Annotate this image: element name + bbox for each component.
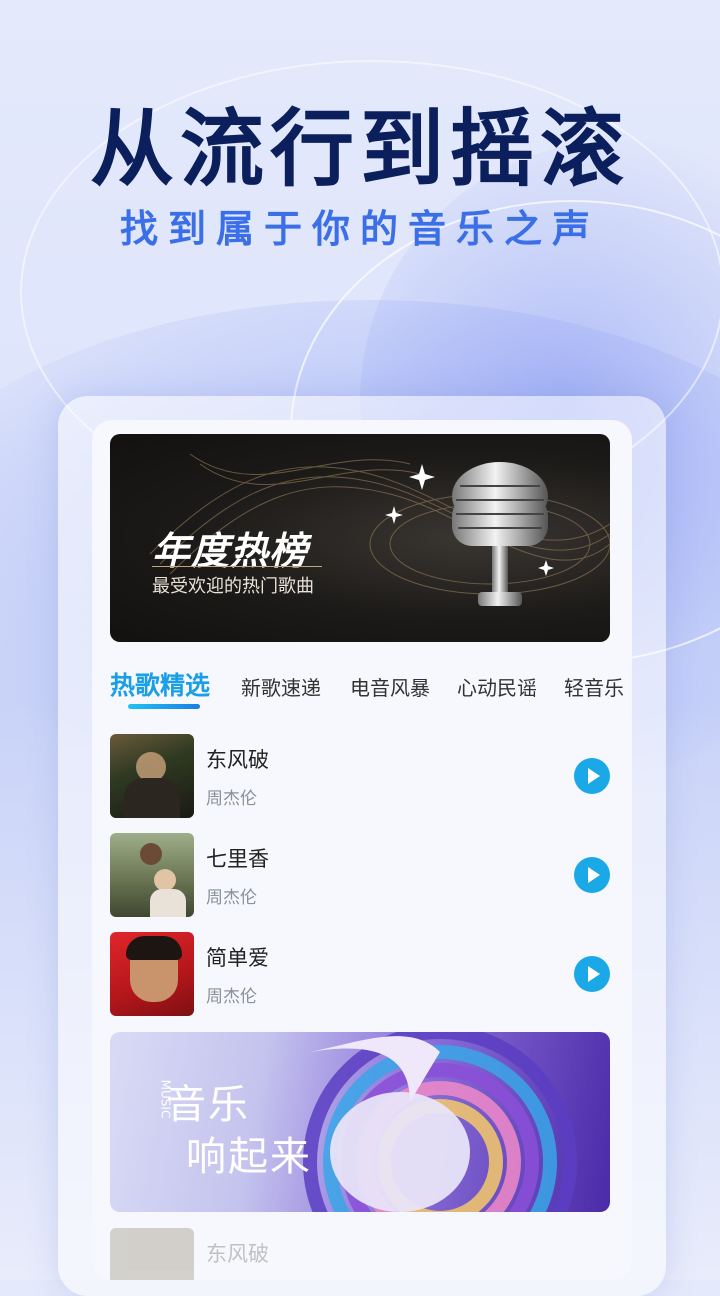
play-button[interactable] — [574, 956, 610, 992]
song-title: 简单爱 — [206, 946, 269, 970]
banner-subtitle: 最受欢迎的热门歌曲 — [152, 576, 314, 597]
song-artist: 周杰伦 — [206, 789, 257, 809]
top-banner[interactable]: 年度热榜 最受欢迎的热门歌曲 — [110, 434, 610, 642]
song-row[interactable]: 简单爱 周杰伦 — [110, 932, 610, 1016]
album-cover — [110, 833, 194, 917]
tab-new-songs[interactable]: 新歌速递 — [241, 672, 321, 701]
app-screen: 年度热榜 最受欢迎的热门歌曲 热歌精选 新歌速递 电音风暴 心动民谣 轻音乐 东… — [92, 420, 632, 1280]
play-button[interactable] — [574, 758, 610, 794]
song-artist: 周杰伦 — [206, 987, 257, 1007]
song-row[interactable]: 东风破 周杰伦 — [110, 734, 610, 818]
tab-light-music[interactable]: 轻音乐 — [564, 672, 624, 701]
song-title: 东风破 — [206, 1242, 269, 1266]
song-title: 东风破 — [206, 748, 269, 772]
album-cover — [110, 734, 194, 818]
hero-title: 从流行到摇滚 — [89, 100, 630, 198]
song-title: 七里香 — [206, 847, 269, 871]
microphone-icon — [452, 462, 548, 606]
active-tab-indicator — [128, 704, 200, 709]
song-row[interactable]: 七里香 周杰伦 — [110, 833, 610, 917]
tab-folk[interactable]: 心动民谣 — [457, 672, 537, 701]
song-row-preview: 东风破 — [110, 1228, 610, 1280]
banner-divider — [152, 566, 322, 567]
music-promo-banner[interactable]: 音乐 响起来 MUSIC — [110, 1032, 610, 1212]
album-cover — [110, 932, 194, 1016]
hero-subtitle: 找到属于你的音乐之声 — [119, 207, 600, 251]
banner-music-text: 音乐 响起来 MUSIC — [158, 1079, 312, 1180]
tab-hot-songs[interactable]: 热歌精选 — [110, 666, 210, 702]
category-tabs: 热歌精选 新歌速递 电音风暴 心动民谣 轻音乐 — [110, 664, 630, 712]
play-button[interactable] — [574, 857, 610, 893]
tab-electronic[interactable]: 电音风暴 — [350, 672, 430, 701]
song-artist: 周杰伦 — [206, 888, 257, 908]
